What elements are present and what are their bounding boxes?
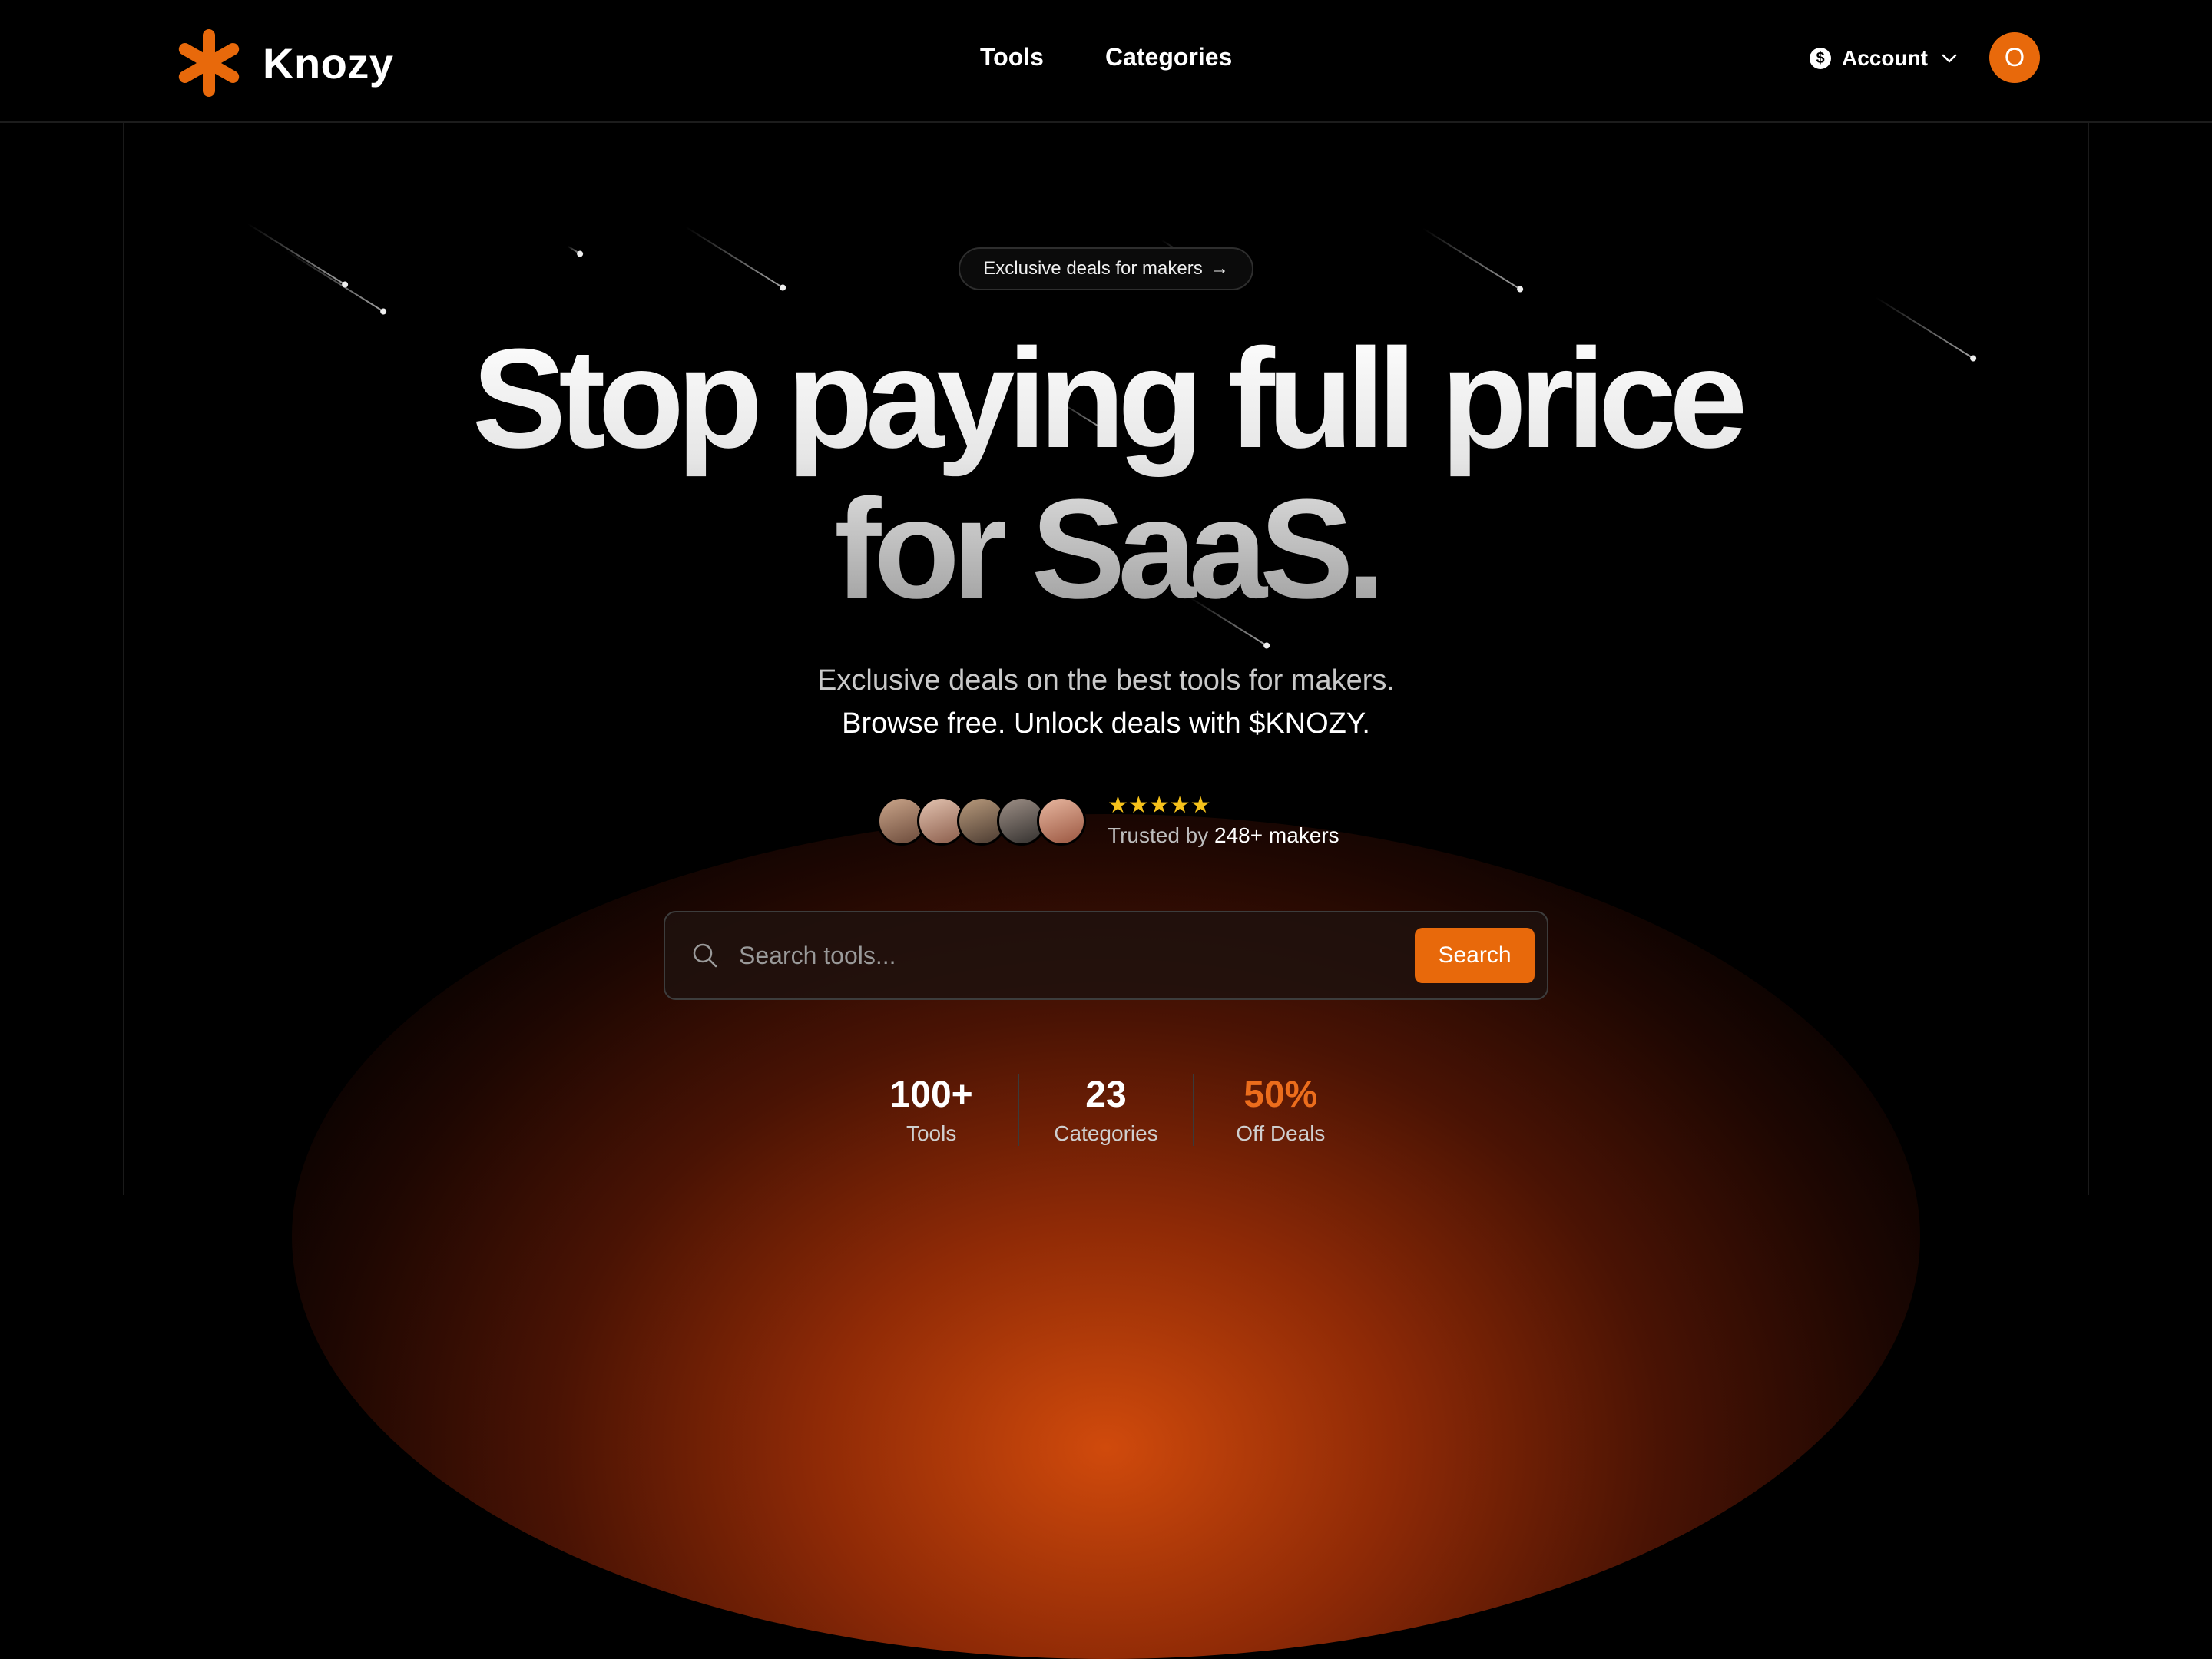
- chevron-down-icon: [1939, 48, 1960, 69]
- arrow-right-icon: →: [1210, 258, 1229, 279]
- headline-line-2: for SaaS.: [834, 469, 1378, 628]
- trusted-prefix: Trusted by: [1108, 823, 1209, 847]
- brand-name: Knozy: [263, 38, 394, 88]
- proof-text: ★★★★★ Trusted by 248+ makers: [1108, 794, 1339, 848]
- stat-value: 50%: [1243, 1075, 1318, 1115]
- meteor: [567, 245, 581, 255]
- search-bar: Search: [664, 911, 1548, 1000]
- subtitle-line-2: Browse free. Unlock deals with $KNOZY.: [842, 707, 1370, 740]
- star-rating-icon: ★★★★★: [1108, 793, 1211, 818]
- main-nav: Tools Categories: [980, 43, 1232, 71]
- dollar-icon: $: [1810, 48, 1831, 69]
- search-button[interactable]: Search: [1415, 928, 1535, 983]
- hero-subtitle: Exclusive deals on the best tools for ma…: [0, 659, 2212, 745]
- meteor: [685, 226, 784, 289]
- headline-line-1: Stop paying full price: [472, 319, 1740, 477]
- account-menu-button[interactable]: $ Account: [1810, 46, 1960, 71]
- meteor: [286, 250, 385, 313]
- search-icon: [690, 940, 720, 971]
- account-label: Account: [1842, 46, 1928, 70]
- nav-tools[interactable]: Tools: [980, 43, 1044, 71]
- logo[interactable]: Knozy: [172, 26, 394, 100]
- stat-tools: 100+ Tools: [845, 1074, 1018, 1146]
- stat-off-deals: 50% Off Deals: [1192, 1074, 1367, 1146]
- trusted-count: 248+ makers: [1214, 823, 1339, 847]
- maker-avatars: [877, 796, 1086, 846]
- stats-row: 100+ Tools 23 Categories 50% Off Deals: [845, 1074, 1367, 1146]
- maker-avatar: [1037, 796, 1086, 846]
- meteor: [1422, 227, 1522, 290]
- meteor: [247, 223, 346, 286]
- nav-categories[interactable]: Categories: [1105, 43, 1232, 71]
- pill-label: Exclusive deals for makers: [983, 258, 1203, 279]
- stat-label: Tools: [906, 1121, 957, 1145]
- social-proof: ★★★★★ Trusted by 248+ makers: [877, 794, 1339, 848]
- hero-headline: Stop paying full price for SaaS.: [0, 323, 2212, 624]
- exclusive-deals-pill[interactable]: Exclusive deals for makers →: [959, 247, 1253, 290]
- stat-value: 100+: [889, 1075, 973, 1115]
- trusted-by-text: Trusted by 248+ makers: [1108, 823, 1339, 848]
- site-header: Knozy Tools Categories $ Account O: [0, 0, 2212, 123]
- search-input[interactable]: [737, 928, 1415, 983]
- stat-label: Off Deals: [1236, 1121, 1326, 1145]
- stat-categories: 23 Categories: [1018, 1074, 1192, 1146]
- stat-label: Categories: [1054, 1121, 1158, 1145]
- stat-value: 23: [1085, 1075, 1127, 1115]
- asterisk-logo-icon: [178, 29, 240, 97]
- subtitle-line-1: Exclusive deals on the best tools for ma…: [817, 664, 1395, 697]
- user-avatar[interactable]: O: [1989, 32, 2040, 83]
